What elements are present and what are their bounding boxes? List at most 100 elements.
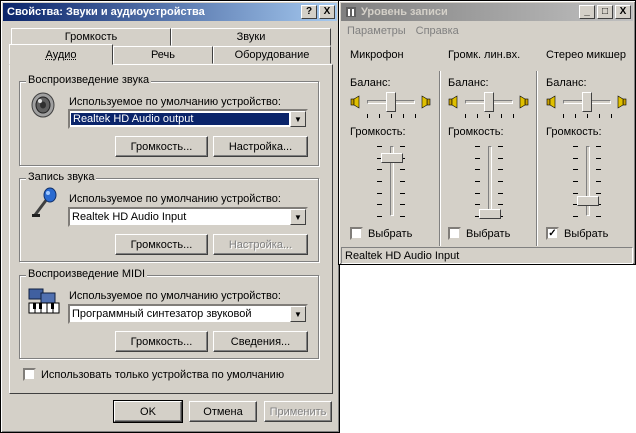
balance-slider-thumb[interactable] (386, 92, 396, 112)
volume-tick (498, 181, 503, 182)
minimize-button[interactable]: _ (579, 5, 595, 19)
midi-device-select[interactable]: Программный синтезатор звуковой ▼ (68, 304, 308, 324)
balance-tick (415, 114, 416, 118)
select-label: Выбрать (564, 228, 609, 240)
speaker-left-icon (350, 95, 362, 112)
recording-volume-button[interactable]: Громкость... (115, 234, 208, 255)
volume-tick (475, 192, 480, 194)
select-checkbox[interactable] (350, 227, 363, 240)
volume-tick (498, 157, 503, 159)
volume-tick (377, 216, 382, 217)
channel-name: Стерео микшер (546, 49, 626, 61)
volume-tick (596, 181, 601, 182)
balance-tick (379, 114, 380, 118)
volume-tick (596, 192, 601, 194)
midi-keyboard-icon (27, 285, 61, 318)
playback-settings-button[interactable]: Настройка... (213, 136, 308, 157)
volume-tick (498, 146, 503, 147)
volume-tick (573, 157, 578, 159)
volume-tick (400, 181, 405, 182)
tab-audio-label: Аудио (45, 48, 77, 61)
volume-tick (498, 169, 503, 171)
volume-slider-thumb[interactable] (381, 152, 403, 163)
volume-tick (498, 192, 503, 194)
mixer-status-text: Realtek HD Audio Input (345, 249, 460, 262)
volume-tick (377, 169, 382, 171)
tab-hardware-label: Оборудование (234, 49, 310, 61)
tab-sounds[interactable]: Звуки (171, 28, 331, 46)
mixer-titlebar[interactable]: Уровень записи _ □ X (341, 3, 633, 21)
balance-tick (501, 114, 502, 118)
tab-volume-label: Громкость (64, 31, 118, 43)
balance-tick (465, 114, 466, 118)
volume-tick (596, 169, 601, 171)
select-label: Выбрать (466, 228, 511, 240)
chevron-down-icon[interactable]: ▼ (290, 111, 306, 127)
help-button[interactable]: ? (301, 5, 317, 19)
playback-device-select[interactable]: Realtek HD Audio output ▼ (68, 109, 308, 129)
tab-speech-label: Речь (150, 49, 176, 61)
volume-slider-thumb[interactable] (577, 195, 599, 206)
volume-tick (573, 146, 578, 147)
speaker-left-icon (546, 95, 558, 112)
volume-tick (475, 169, 480, 171)
balance-slider-thumb[interactable] (484, 92, 494, 112)
recording-device-value: Realtek HD Audio Input (72, 211, 187, 223)
recording-device-select[interactable]: Realtek HD Audio Input ▼ (68, 207, 308, 227)
tab-speech[interactable]: Речь (113, 46, 213, 64)
tab-hardware[interactable]: Оборудование (213, 46, 331, 64)
midi-device-label: Используемое по умолчанию устройство: (69, 290, 281, 302)
volume-tick (573, 192, 578, 194)
apply-button[interactable]: Применить (264, 401, 332, 422)
speaker-right-icon (517, 95, 529, 112)
mixer-status-bar: Realtek HD Audio Input (341, 247, 633, 264)
balance-slider-thumb[interactable] (582, 92, 592, 112)
midi-group-label: Воспроизведение MIDI (26, 268, 148, 280)
recording-level-window: Уровень записи _ □ X Параметры Справка М… (338, 0, 636, 265)
midi-volume-button[interactable]: Громкость... (115, 331, 208, 352)
close-button[interactable]: X (319, 5, 335, 19)
midi-device-value: Программный синтезатор звуковой (72, 308, 252, 320)
chevron-down-icon[interactable]: ▼ (290, 306, 306, 322)
playback-device-value: Realtek HD Audio output (70, 112, 290, 126)
only-default-checkbox[interactable] (23, 368, 36, 381)
volume-tick (377, 192, 382, 194)
ok-button[interactable]: OK (113, 400, 183, 423)
volume-tick (596, 216, 601, 217)
channel-name: Микрофон (350, 49, 404, 61)
menu-options[interactable]: Параметры (347, 25, 406, 37)
recording-settings-button[interactable]: Настройка... (213, 234, 308, 255)
select-checkbox[interactable] (448, 227, 461, 240)
mixer-app-icon (346, 7, 356, 17)
select-checkbox[interactable]: ✓ (546, 227, 559, 240)
tab-audio[interactable]: Аудио (9, 44, 113, 65)
chevron-down-icon[interactable]: ▼ (290, 209, 306, 225)
volume-slider-track[interactable] (488, 146, 492, 216)
volume-tick (573, 216, 578, 217)
volume-tick (400, 169, 405, 171)
midi-about-button[interactable]: Сведения... (213, 331, 308, 352)
mixer-close-button[interactable]: X (615, 5, 631, 19)
balance-label: Баланс: (448, 77, 489, 89)
volume-tick (377, 181, 382, 182)
maximize-button[interactable]: □ (597, 5, 613, 19)
volume-tick (400, 216, 405, 217)
cancel-button[interactable]: Отмена (189, 401, 257, 422)
speaker-left-icon (448, 95, 460, 112)
menu-help[interactable]: Справка (416, 25, 459, 37)
channel-name: Громк. лин.вх. (448, 49, 521, 61)
volume-tick (498, 204, 503, 206)
dialog-titlebar[interactable]: Свойства: Звуки и аудиоустройства ? X (3, 3, 337, 21)
volume-tick (400, 204, 405, 206)
volume-slider-thumb[interactable] (479, 209, 501, 219)
channel-separator (439, 71, 441, 246)
volume-label: Громкость: (448, 126, 504, 138)
recording-device-label: Используемое по умолчанию устройство: (69, 193, 281, 205)
speaker-right-icon (419, 95, 431, 112)
balance-tick (477, 114, 478, 118)
balance-tick (563, 114, 564, 118)
balance-tick (367, 114, 368, 118)
playback-device-label: Используемое по умолчанию устройство: (69, 96, 281, 108)
playback-volume-button[interactable]: Громкость... (115, 136, 208, 157)
microphone-icon (29, 187, 59, 222)
